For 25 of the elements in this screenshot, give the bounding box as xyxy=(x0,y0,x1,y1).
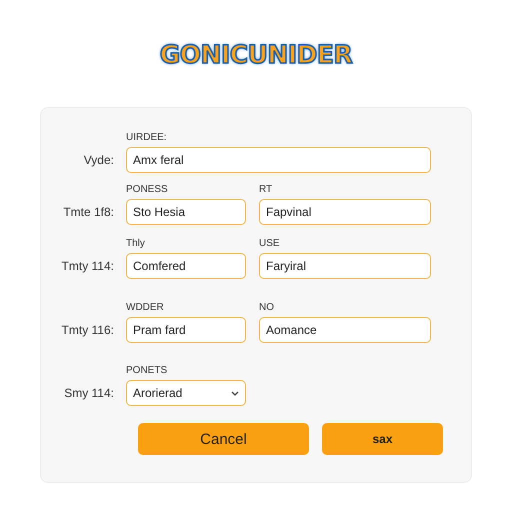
caret-icon xyxy=(231,390,239,396)
cancel-button[interactable]: Cancel xyxy=(138,423,309,455)
input-field[interactable]: Pram fard xyxy=(126,317,246,343)
row-label: Vyde: xyxy=(82,152,115,169)
submit-button[interactable]: sax xyxy=(322,423,443,455)
row-label: Tmty 114: xyxy=(60,258,115,275)
input-field[interactable]: Amx feral xyxy=(126,147,431,173)
input-field[interactable]: Fapvinal xyxy=(259,199,431,225)
input-field[interactable]: Faryiral xyxy=(259,253,431,279)
field-heading: WDDER xyxy=(126,302,165,314)
input-field[interactable]: Sto Hesia xyxy=(126,199,246,225)
field-heading: PONETS xyxy=(126,365,168,377)
dropdown-field[interactable]: Arorierad xyxy=(126,380,246,406)
field-heading: UIRDEE: xyxy=(126,132,168,144)
row-label: Smy 114: xyxy=(63,385,115,402)
input-field[interactable]: Comfered xyxy=(126,253,246,279)
input-field[interactable]: Aomance xyxy=(259,317,431,343)
row-label: Tmte 1f8: xyxy=(62,204,115,221)
field-heading: Thly xyxy=(126,238,146,250)
field-heading: USE xyxy=(259,238,281,250)
field-heading: PONESS xyxy=(126,184,169,196)
field-heading: NO xyxy=(259,302,275,314)
app-title: GONICUNIDER xyxy=(160,40,352,71)
row-label: Tmty 116: xyxy=(60,322,115,339)
field-heading: RT xyxy=(259,184,274,196)
